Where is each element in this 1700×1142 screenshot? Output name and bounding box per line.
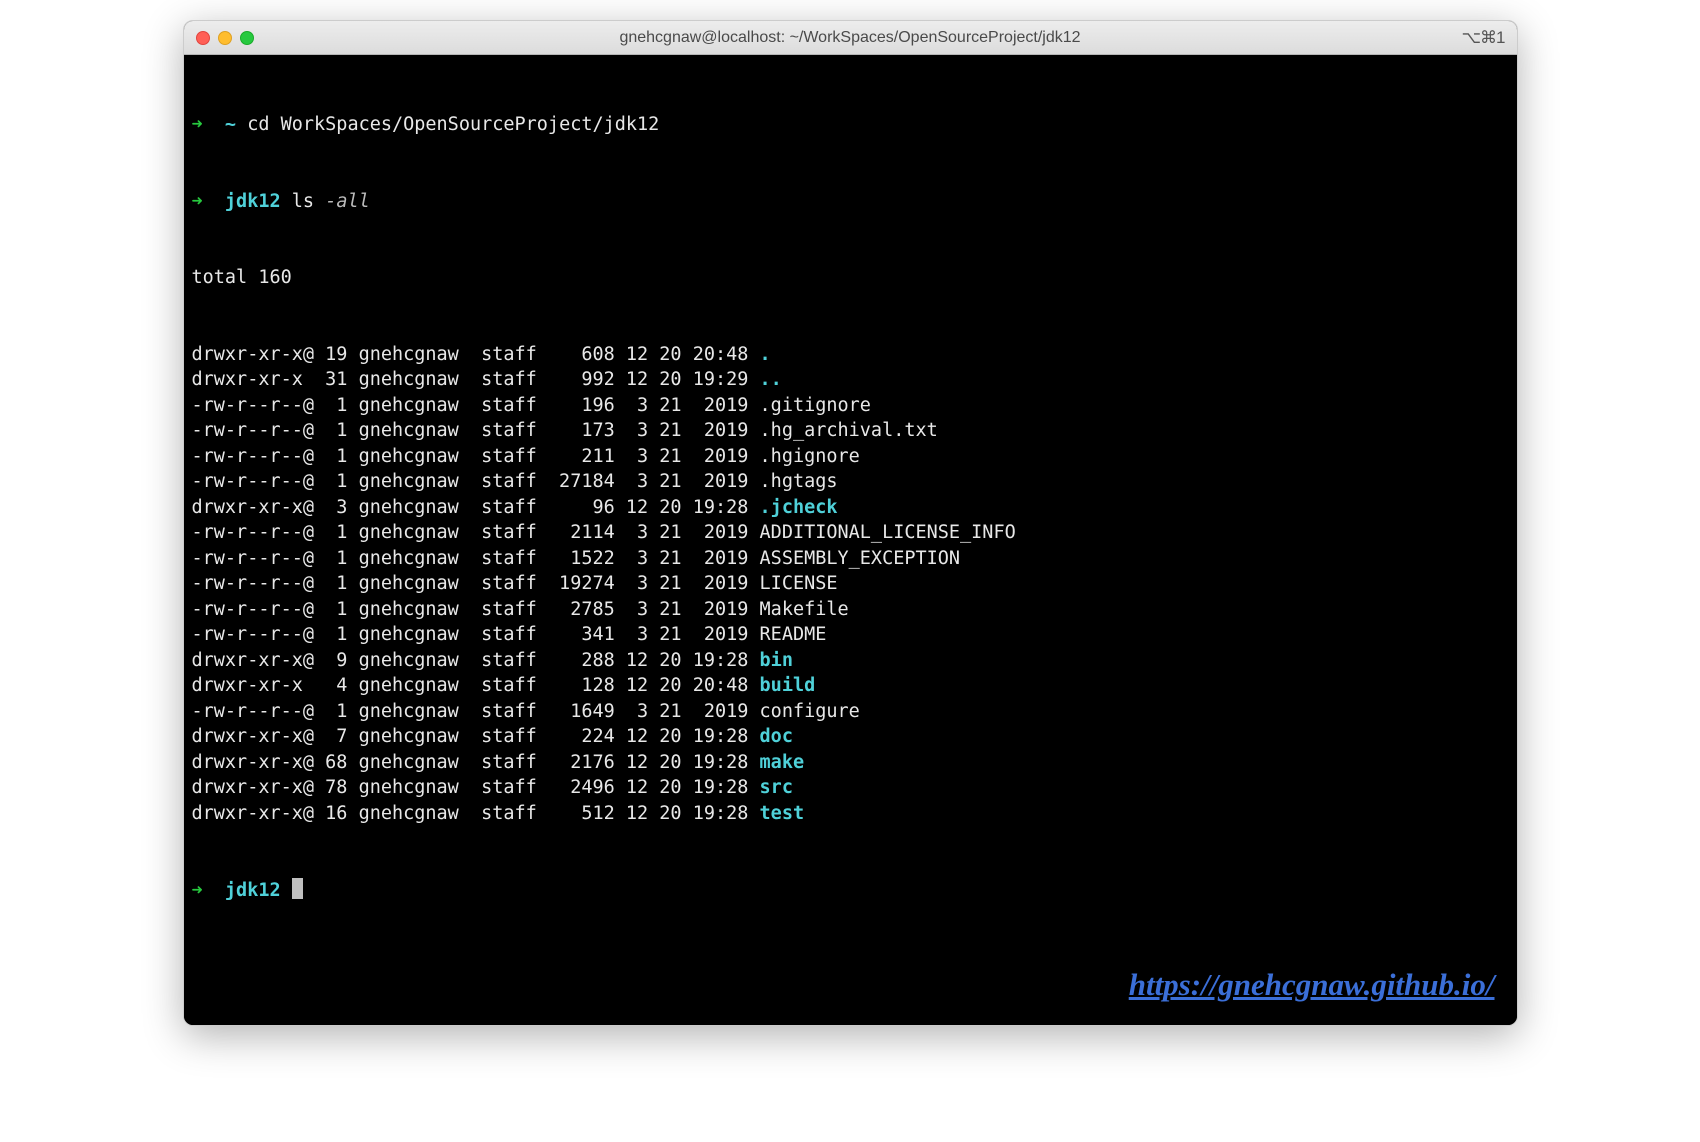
listing-row-meta: -rw-r--r--@ 1 gnehcgnaw staff 1522 3 21 … — [192, 548, 760, 569]
listing-row: drwxr-xr-x@ 78 gnehcgnaw staff 2496 12 2… — [192, 775, 1509, 801]
listing-row: drwxr-xr-x 4 gnehcgnaw staff 128 12 20 2… — [192, 673, 1509, 699]
listing-row-meta: -rw-r--r--@ 1 gnehcgnaw staff 2785 3 21 … — [192, 599, 760, 620]
listing-filename: .hgtags — [760, 471, 838, 492]
listing-row: -rw-r--r--@ 1 gnehcgnaw staff 173 3 21 2… — [192, 418, 1509, 444]
listing-filename: .jcheck — [760, 497, 838, 518]
window-shortcut-indicator: ⌥⌘1 — [1461, 28, 1504, 48]
listing-row: -rw-r--r--@ 1 gnehcgnaw staff 2785 3 21 … — [192, 597, 1509, 623]
listing-row-meta: drwxr-xr-x@ 78 gnehcgnaw staff 2496 12 2… — [192, 777, 760, 798]
listing-row: drwxr-xr-x@ 7 gnehcgnaw staff 224 12 20 … — [192, 724, 1509, 750]
listing-row: -rw-r--r--@ 1 gnehcgnaw staff 211 3 21 2… — [192, 444, 1509, 470]
traffic-lights — [196, 31, 254, 45]
titlebar[interactable]: gnehcgnaw@localhost: ~/WorkSpaces/OpenSo… — [184, 21, 1517, 55]
listing-row-meta: drwxr-xr-x@ 68 gnehcgnaw staff 2176 12 2… — [192, 752, 760, 773]
prompt-dir: jdk12 — [225, 191, 281, 212]
listing-row-meta: drwxr-xr-x@ 3 gnehcgnaw staff 96 12 20 1… — [192, 497, 760, 518]
listing-row: -rw-r--r--@ 1 gnehcgnaw staff 1522 3 21 … — [192, 546, 1509, 572]
listing-filename: README — [760, 624, 827, 645]
listing-filename: .gitignore — [760, 395, 871, 416]
listing-row: drwxr-xr-x@ 68 gnehcgnaw staff 2176 12 2… — [192, 750, 1509, 776]
command-cd: cd WorkSpaces/OpenSourceProject/jdk12 — [247, 114, 659, 135]
listing-row: -rw-r--r--@ 1 gnehcgnaw staff 341 3 21 2… — [192, 622, 1509, 648]
prompt-line-3: ➜ jdk12 — [192, 878, 1509, 904]
prompt-line-1: ➜ ~ cd WorkSpaces/OpenSourceProject/jdk1… — [192, 112, 1509, 138]
listing-filename: ADDITIONAL_LICENSE_INFO — [760, 522, 1016, 543]
prompt-arrow-icon: ➜ — [192, 880, 203, 901]
close-icon[interactable] — [196, 31, 210, 45]
listing-filename: ASSEMBLY_EXCEPTION — [760, 548, 960, 569]
minimize-icon[interactable] — [218, 31, 232, 45]
prompt-line-2: ➜ jdk12 ls -all — [192, 189, 1509, 215]
listing-row: drwxr-xr-x@ 3 gnehcgnaw staff 96 12 20 1… — [192, 495, 1509, 521]
listing-row-meta: drwxr-xr-x@ 7 gnehcgnaw staff 224 12 20 … — [192, 726, 760, 747]
listing-filename: doc — [760, 726, 793, 747]
listing-total: total 160 — [192, 265, 1509, 291]
command-ls-flag: -all — [325, 191, 370, 212]
listing-filename: bin — [760, 650, 793, 671]
watermark-link[interactable]: https://gnehcgnaw.github.io/ — [1129, 964, 1495, 1007]
listing-filename: .hgignore — [760, 446, 860, 467]
terminal-body[interactable]: ➜ ~ cd WorkSpaces/OpenSourceProject/jdk1… — [184, 55, 1517, 1025]
window-title: gnehcgnaw@localhost: ~/WorkSpaces/OpenSo… — [184, 29, 1517, 47]
listing-filename: . — [760, 344, 771, 365]
listing-row: drwxr-xr-x@ 16 gnehcgnaw staff 512 12 20… — [192, 801, 1509, 827]
listing-row-meta: drwxr-xr-x@ 9 gnehcgnaw staff 288 12 20 … — [192, 650, 760, 671]
command-ls: ls — [292, 191, 314, 212]
listing-row-meta: -rw-r--r--@ 1 gnehcgnaw staff 341 3 21 2… — [192, 624, 760, 645]
listing-row-meta: drwxr-xr-x 4 gnehcgnaw staff 128 12 20 2… — [192, 675, 760, 696]
prompt-home: ~ — [225, 114, 236, 135]
listing-row-meta: drwxr-xr-x@ 16 gnehcgnaw staff 512 12 20… — [192, 803, 760, 824]
listing-row: -rw-r--r--@ 1 gnehcgnaw staff 27184 3 21… — [192, 469, 1509, 495]
prompt-arrow-icon: ➜ — [192, 191, 203, 212]
listing-row-meta: -rw-r--r--@ 1 gnehcgnaw staff 19274 3 21… — [192, 573, 760, 594]
listing-row: -rw-r--r--@ 1 gnehcgnaw staff 1649 3 21 … — [192, 699, 1509, 725]
cursor-icon — [292, 878, 303, 899]
listing-filename: .hg_archival.txt — [760, 420, 938, 441]
listing-row: drwxr-xr-x 31 gnehcgnaw staff 992 12 20 … — [192, 367, 1509, 393]
listing-row-meta: drwxr-xr-x 31 gnehcgnaw staff 992 12 20 … — [192, 369, 760, 390]
listing-row-meta: -rw-r--r--@ 1 gnehcgnaw staff 1649 3 21 … — [192, 701, 760, 722]
listing-filename: configure — [760, 701, 860, 722]
listing-filename: LICENSE — [760, 573, 838, 594]
listing-row-meta: -rw-r--r--@ 1 gnehcgnaw staff 27184 3 21… — [192, 471, 760, 492]
listing-row: drwxr-xr-x@ 19 gnehcgnaw staff 608 12 20… — [192, 342, 1509, 368]
listing-row: -rw-r--r--@ 1 gnehcgnaw staff 19274 3 21… — [192, 571, 1509, 597]
terminal-window: gnehcgnaw@localhost: ~/WorkSpaces/OpenSo… — [183, 20, 1518, 1026]
listing-filename: .. — [760, 369, 782, 390]
listing-row: drwxr-xr-x@ 9 gnehcgnaw staff 288 12 20 … — [192, 648, 1509, 674]
listing-row: -rw-r--r--@ 1 gnehcgnaw staff 2114 3 21 … — [192, 520, 1509, 546]
listing-row-meta: -rw-r--r--@ 1 gnehcgnaw staff 173 3 21 2… — [192, 420, 760, 441]
listing-row-meta: -rw-r--r--@ 1 gnehcgnaw staff 196 3 21 2… — [192, 395, 760, 416]
prompt-arrow-icon: ➜ — [192, 114, 203, 135]
listing-filename: make — [760, 752, 805, 773]
prompt-dir: jdk12 — [225, 880, 281, 901]
listing-filename: test — [760, 803, 805, 824]
listing-row-meta: -rw-r--r--@ 1 gnehcgnaw staff 2114 3 21 … — [192, 522, 760, 543]
listing-filename: src — [760, 777, 793, 798]
listing-filename: build — [760, 675, 816, 696]
zoom-icon[interactable] — [240, 31, 254, 45]
listing-row: -rw-r--r--@ 1 gnehcgnaw staff 196 3 21 2… — [192, 393, 1509, 419]
listing-filename: Makefile — [760, 599, 849, 620]
listing-row-meta: -rw-r--r--@ 1 gnehcgnaw staff 211 3 21 2… — [192, 446, 760, 467]
listing-row-meta: drwxr-xr-x@ 19 gnehcgnaw staff 608 12 20… — [192, 344, 760, 365]
